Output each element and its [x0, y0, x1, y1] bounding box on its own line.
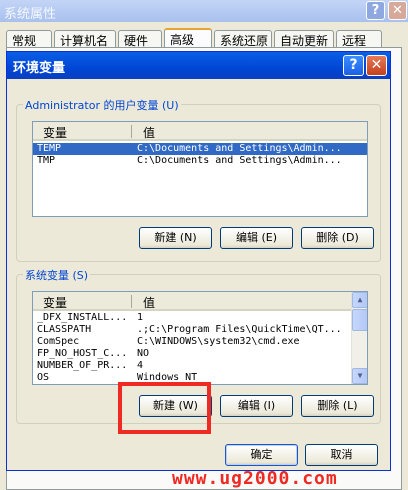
system-variables-list-header: 变量 值 [33, 292, 353, 311]
dialog-title-bar: 环境变量 [7, 52, 390, 79]
variable-name: NUMBER_OF_PR... [37, 360, 128, 371]
system-variables-list[interactable]: 变量 值 _DFX_INSTALL... 1 CLASSPATH .;C:\Pr… [32, 291, 368, 385]
table-row[interactable]: ComSpec C:\WINDOWS\system32\cmd.exe [33, 336, 353, 348]
table-row[interactable]: _DFX_INSTALL... 1 [33, 312, 353, 324]
system-properties-close-button[interactable]: ✕ [388, 1, 407, 20]
dialog-close-button[interactable]: ✕ [366, 55, 387, 76]
tab-automatic-updates[interactable]: 自动更新 [274, 30, 334, 48]
system-properties-help-button[interactable]: ? [366, 1, 385, 20]
system-properties-title-bar: 系统属性 [0, 0, 408, 22]
column-divider[interactable] [131, 295, 132, 308]
user-variables-group: Administrator 的用户变量 (U) 变量 值 TEMP C:\Doc… [16, 97, 381, 262]
dialog-title: 环境变量 [13, 61, 66, 76]
tab-system-restore[interactable]: 系统还原 [214, 30, 272, 48]
system-edit-button[interactable]: 编辑 (I) [220, 395, 293, 417]
scroll-up-arrow-icon[interactable]: ▲ [352, 292, 367, 308]
variable-name: OS [37, 372, 50, 383]
table-row[interactable]: TEMP C:\Documents and Settings\Admin... [33, 143, 367, 155]
ok-button[interactable]: 确定 [225, 444, 298, 466]
column-divider[interactable] [131, 125, 132, 138]
variable-value: 4 [137, 360, 144, 371]
variable-value: .;C:\Program Files\QuickTime\QT... [137, 324, 342, 335]
user-variables-list-header: 变量 值 [33, 122, 367, 141]
table-row[interactable]: TMP C:\Documents and Settings\Admin... [33, 155, 367, 167]
variable-value: C:\Documents and Settings\Admin... [137, 155, 342, 166]
variable-value: C:\WINDOWS\system32\cmd.exe [137, 336, 300, 347]
tab-computer-name[interactable]: 计算机名 [54, 30, 116, 48]
system-variables-scrollbar[interactable]: ▲ ▼ [351, 292, 367, 384]
variable-name: ComSpec [37, 336, 80, 347]
column-header-value[interactable]: 值 [143, 294, 155, 311]
variable-value: NO [137, 348, 150, 359]
tab-general[interactable]: 常规 [6, 30, 52, 48]
tab-hardware[interactable]: 硬件 [118, 30, 162, 48]
system-variables-label: 系统变量 (S) [23, 267, 91, 283]
column-header-variable[interactable]: 变量 [43, 124, 67, 141]
system-delete-button[interactable]: 删除 (L) [301, 395, 374, 417]
user-edit-button[interactable]: 编辑 (E) [220, 227, 293, 249]
variable-value: 1 [137, 312, 144, 323]
tab-advanced[interactable]: 高级 [164, 28, 212, 49]
watermark-text: www.ug2000.com [172, 468, 338, 489]
scroll-thumb[interactable] [352, 309, 367, 331]
highlight-box [118, 382, 211, 434]
scroll-down-arrow-icon[interactable]: ▼ [352, 368, 367, 384]
variable-name: FP_NO_HOST_C... [37, 348, 128, 359]
cancel-button[interactable]: 取消 [305, 444, 378, 466]
variable-value: C:\Documents and Settings\Admin... [137, 143, 342, 154]
table-row[interactable]: CLASSPATH .;C:\Program Files\QuickTime\Q… [33, 324, 353, 336]
variable-name: CLASSPATH [37, 324, 92, 335]
variable-name: TEMP [37, 143, 62, 154]
user-variables-label: Administrator 的用户变量 (U) [23, 97, 181, 113]
user-variables-list[interactable]: 变量 值 TEMP C:\Documents and Settings\Admi… [32, 121, 368, 217]
user-new-button[interactable]: 新建 (N) [139, 227, 212, 249]
variable-name: TMP [37, 155, 56, 166]
system-properties-title: 系统属性 [4, 7, 57, 22]
dialog-help-button[interactable]: ? [343, 55, 364, 76]
user-delete-button[interactable]: 删除 (D) [301, 227, 374, 249]
tab-remote[interactable]: 远程 [336, 30, 382, 48]
column-header-variable[interactable]: 变量 [43, 294, 67, 311]
table-row[interactable]: FP_NO_HOST_C... NO [33, 348, 353, 360]
table-row[interactable]: NUMBER_OF_PR... 4 [33, 360, 353, 372]
variable-name: _DFX_INSTALL... [37, 312, 128, 323]
column-header-value[interactable]: 值 [143, 124, 155, 141]
